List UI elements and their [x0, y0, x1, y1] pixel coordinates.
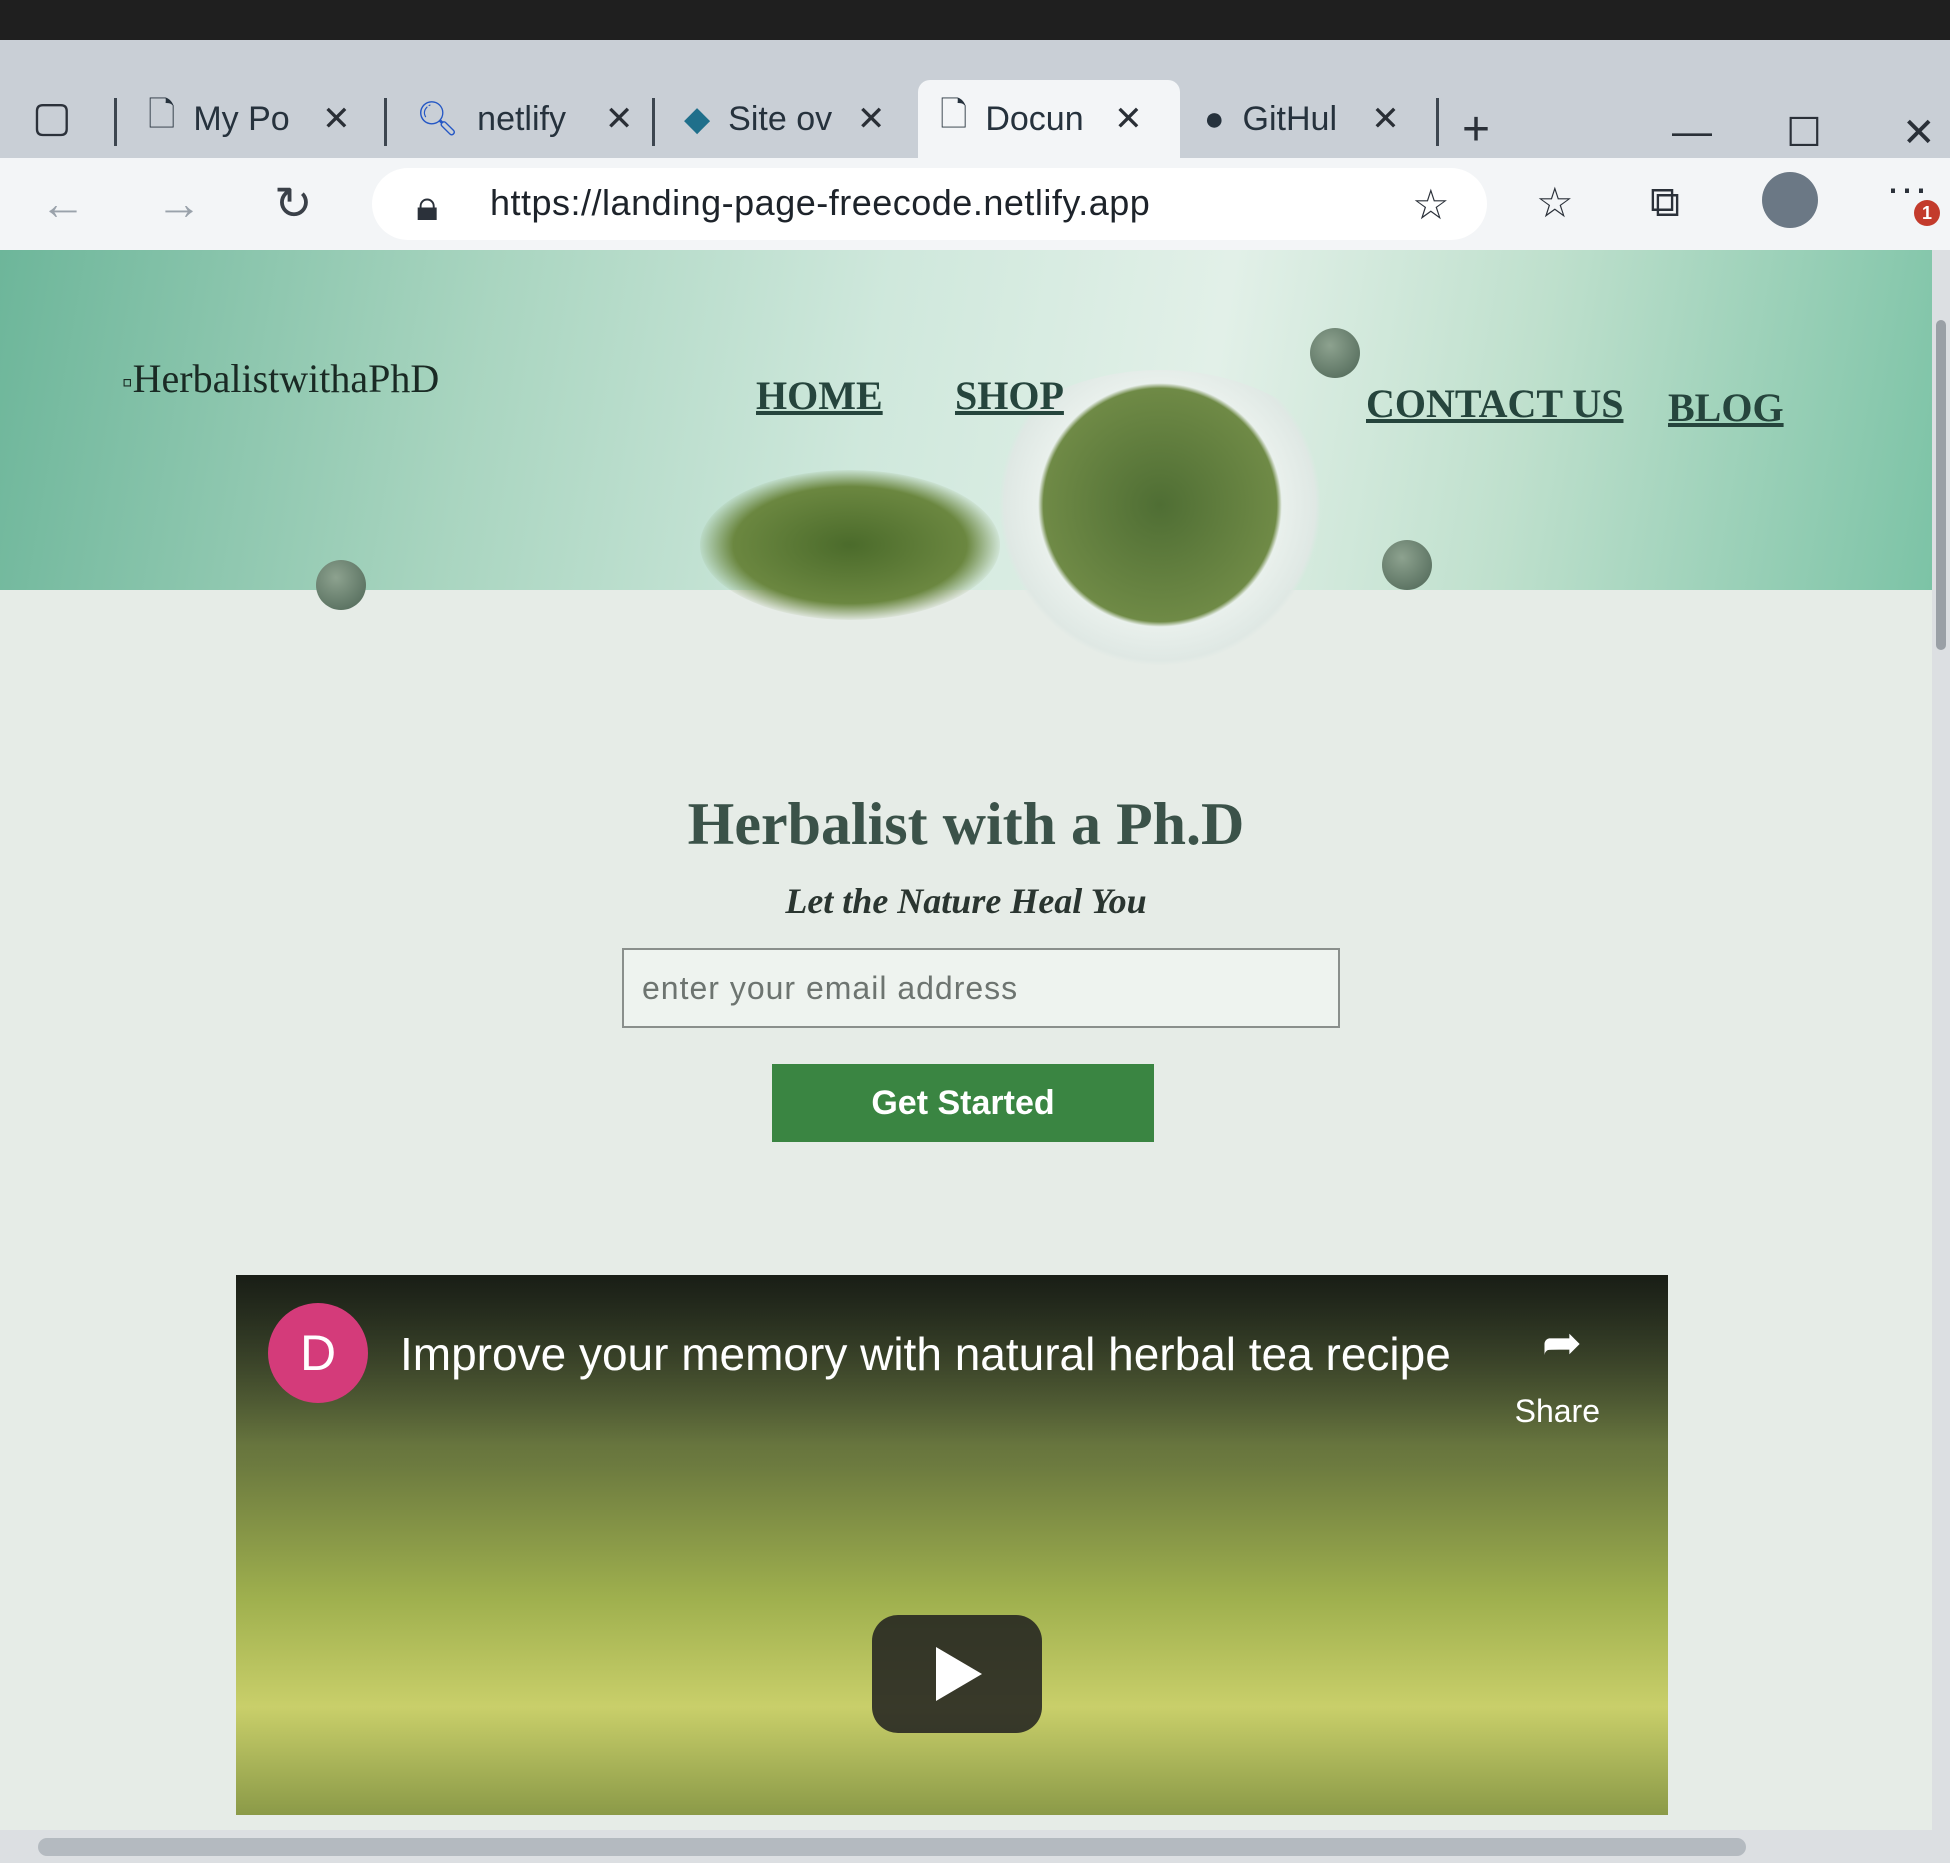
- address-bar[interactable]: 🔒︎ https://landing-page-freecode.netlify…: [372, 168, 1487, 240]
- maximize-icon[interactable]: ☐: [1786, 110, 1822, 156]
- browser-toolbar: ← → ↻ 🔒︎ https://landing-page-freecode.n…: [0, 158, 1950, 250]
- tab-netlify-search[interactable]: 🔍︎ netlify ✕: [394, 80, 656, 158]
- play-button[interactable]: [872, 1615, 1042, 1733]
- nav-shop[interactable]: SHOP: [955, 372, 1064, 419]
- forward-icon[interactable]: →: [156, 176, 202, 230]
- tab-title: Docun: [985, 99, 1084, 138]
- horizontal-scroll-thumb[interactable]: [38, 1838, 1746, 1856]
- logo-alt-text: HerbalistwithaPhD: [132, 356, 440, 401]
- browser-window: ▢ 🗋 My Po ✕ 🔍︎ netlify ✕ ◆ Site ov ✕ 🗋 D…: [0, 40, 1950, 1863]
- tab-actions-icon[interactable]: ▢: [32, 92, 72, 141]
- close-icon[interactable]: ✕: [856, 99, 886, 139]
- profile-avatar[interactable]: [1762, 172, 1818, 228]
- tab-divider: [384, 98, 387, 146]
- tab-title: GitHul: [1242, 99, 1338, 138]
- address-url[interactable]: https://landing-page-freecode.netlify.ap…: [490, 182, 1150, 224]
- favorites-icon[interactable]: ☆: [1536, 178, 1574, 227]
- share-icon[interactable]: ➦: [1542, 1315, 1582, 1371]
- refresh-icon[interactable]: ↻: [274, 176, 313, 230]
- site-logo[interactable]: ▫HerbalistwithaPhD: [122, 355, 439, 402]
- close-window-icon[interactable]: ✕: [1902, 110, 1936, 156]
- share-label[interactable]: Share: [1515, 1393, 1600, 1430]
- tab-document[interactable]: 🗋 Docun ✕: [918, 80, 1180, 158]
- tab-my-portfolio[interactable]: 🗋 My Po ✕: [126, 80, 388, 158]
- broken-image-icon: ▫: [122, 366, 133, 399]
- close-icon[interactable]: ✕: [604, 99, 634, 139]
- nav-home[interactable]: HOME: [756, 372, 883, 419]
- back-icon[interactable]: ←: [40, 176, 86, 230]
- nav-contact-us[interactable]: CONTACT US: [1366, 380, 1623, 427]
- horizontal-scrollbar[interactable]: [0, 1830, 1950, 1863]
- lock-icon[interactable]: 🔒︎: [416, 182, 438, 231]
- add-favorite-icon[interactable]: ☆: [1412, 180, 1450, 229]
- minimize-icon[interactable]: —: [1672, 110, 1712, 155]
- nav-blog[interactable]: BLOG: [1668, 384, 1784, 431]
- tab-divider: [114, 98, 117, 146]
- get-started-button[interactable]: Get Started: [772, 1064, 1154, 1142]
- page-icon: 🗋: [148, 95, 176, 134]
- close-icon[interactable]: ✕: [1113, 99, 1143, 139]
- tab-github[interactable]: ● GitHul ✕: [1182, 80, 1444, 158]
- tab-title: netlify: [477, 99, 566, 138]
- video-title[interactable]: Improve your memory with natural herbal …: [400, 1327, 1451, 1381]
- tab-divider: [652, 98, 655, 146]
- tagline: Let the Nature Heal You: [785, 881, 1147, 921]
- new-tab-icon[interactable]: +: [1462, 102, 1490, 157]
- tab-title: Site ov: [728, 99, 833, 138]
- capsule-image: [1382, 540, 1432, 590]
- close-icon[interactable]: ✕: [1371, 99, 1401, 139]
- tab-divider: [1436, 98, 1439, 146]
- web-page: ▫HerbalistwithaPhD HOME SHOP CONTACT US …: [0, 250, 1932, 1830]
- tab-site-overview[interactable]: ◆ Site ov ✕: [662, 80, 924, 158]
- collections-icon[interactable]: ⧉: [1650, 178, 1680, 227]
- video-embed[interactable]: D Improve your memory with natural herba…: [236, 1275, 1668, 1815]
- page-title: Herbalist with a Ph.D: [687, 791, 1245, 857]
- page-icon: 🗋: [940, 95, 968, 134]
- email-field[interactable]: [622, 948, 1340, 1028]
- vertical-scroll-thumb[interactable]: [1936, 320, 1946, 650]
- hero-banner: ▫HerbalistwithaPhD HOME SHOP CONTACT US …: [0, 250, 1932, 670]
- netlify-diamond-icon: ◆: [684, 100, 711, 138]
- channel-avatar[interactable]: D: [268, 1303, 368, 1403]
- github-icon: ●: [1204, 99, 1225, 138]
- tab-title: My Po: [193, 99, 290, 138]
- search-icon: 🔍︎: [416, 100, 460, 138]
- tab-strip: ▢ 🗋 My Po ✕ 🔍︎ netlify ✕ ◆ Site ov ✕ 🗋 D…: [0, 40, 1950, 158]
- play-icon: [936, 1647, 982, 1701]
- close-icon[interactable]: ✕: [321, 99, 351, 139]
- vertical-scrollbar[interactable]: [1932, 250, 1950, 1830]
- capsule-image: [1310, 328, 1360, 378]
- notification-badge: 1: [1914, 200, 1940, 226]
